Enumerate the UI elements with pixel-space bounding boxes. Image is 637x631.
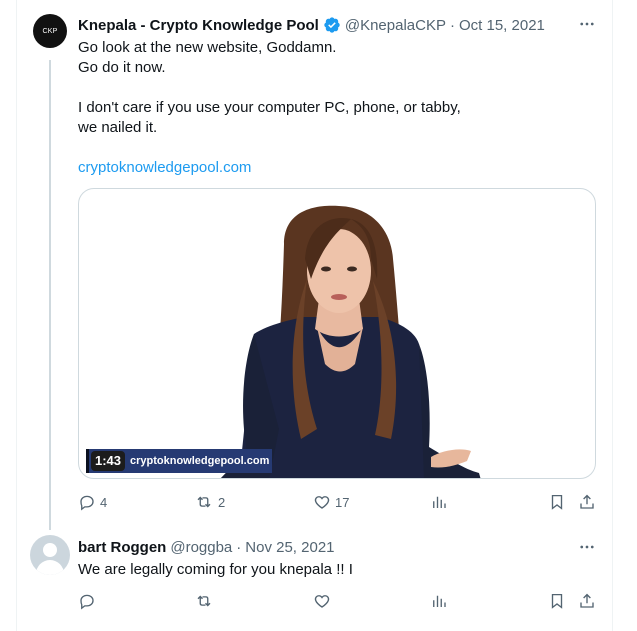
video-media[interactable]: cryptoknowledgepool.com 1:43 — [78, 188, 596, 479]
avatar[interactable] — [30, 535, 70, 575]
reply-author-handle[interactable]: @roggba — [170, 539, 232, 556]
like-button[interactable] — [313, 591, 331, 611]
share-icon[interactable] — [578, 492, 596, 512]
bookmark-icon[interactable] — [548, 591, 566, 611]
reply-text-container: We are legally coming for you knepala !!… — [78, 560, 578, 580]
reply-count: 4 — [100, 494, 108, 510]
like-icon — [313, 493, 331, 511]
more-icon[interactable] — [577, 14, 597, 34]
like-count: 17 — [335, 494, 350, 510]
tweet-link[interactable]: cryptoknowledgepool.com — [78, 158, 578, 178]
repost-count: 2 — [218, 494, 226, 510]
tweet-text: Go look at the new website, Goddamn. Go … — [78, 38, 578, 178]
reply-icon — [80, 594, 94, 610]
reply-date[interactable]: Nov 25, 2021 — [245, 539, 334, 556]
video-thumbnail-image — [220, 205, 481, 478]
avatar[interactable]: CKP — [33, 14, 67, 48]
thread-connector-line — [49, 60, 51, 530]
tweet-text-line — [78, 78, 578, 98]
reply-header: bart Roggen @roggba · Nov 25, 2021 — [78, 537, 335, 557]
tweet-text-line: we nailed it. — [78, 119, 158, 136]
tweet-text-line: I don't care if you use your computer PC… — [78, 99, 461, 116]
reply-author-name[interactable]: bart Roggen — [78, 539, 166, 556]
avatar-label: CKP — [42, 27, 58, 35]
avatar-head-shape — [43, 543, 57, 557]
avatar-body-shape — [36, 560, 64, 575]
tweet-header: Knepala - Crypto Knowledge Pool @Knepala… — [78, 15, 545, 35]
more-icon[interactable] — [577, 537, 597, 557]
repost-icon — [197, 595, 211, 607]
author-handle[interactable]: @KnepalaCKP — [345, 17, 446, 34]
video-duration-badge: 1:43 — [91, 451, 126, 471]
repost-icon — [194, 493, 214, 511]
repost-button[interactable] — [194, 591, 214, 611]
tweet-text-line: Go look at the new website, Goddamn. — [78, 39, 337, 56]
separator-dot: · — [449, 16, 455, 34]
share-icon[interactable] — [578, 591, 596, 611]
reply-text: We are legally coming for you knepala !!… — [78, 561, 353, 578]
reply-button[interactable]: 4 — [78, 492, 107, 512]
tweet-text-line — [78, 138, 578, 158]
separator-dot: · — [236, 538, 242, 556]
views-icon[interactable] — [430, 591, 448, 611]
like-button[interactable]: 17 — [313, 492, 349, 512]
views-icon[interactable] — [430, 492, 448, 512]
tweet-text-line: Go do it now. — [78, 59, 166, 76]
reply-button[interactable] — [78, 591, 96, 611]
bookmark-icon[interactable] — [548, 492, 566, 512]
repost-button[interactable]: 2 — [194, 492, 225, 512]
like-icon — [314, 595, 330, 608]
reply-icon — [78, 493, 96, 511]
verified-badge-icon[interactable] — [323, 16, 341, 34]
author-name[interactable]: Knepala - Crypto Knowledge Pool — [78, 17, 319, 34]
tweet-date[interactable]: Oct 15, 2021 — [459, 17, 545, 34]
